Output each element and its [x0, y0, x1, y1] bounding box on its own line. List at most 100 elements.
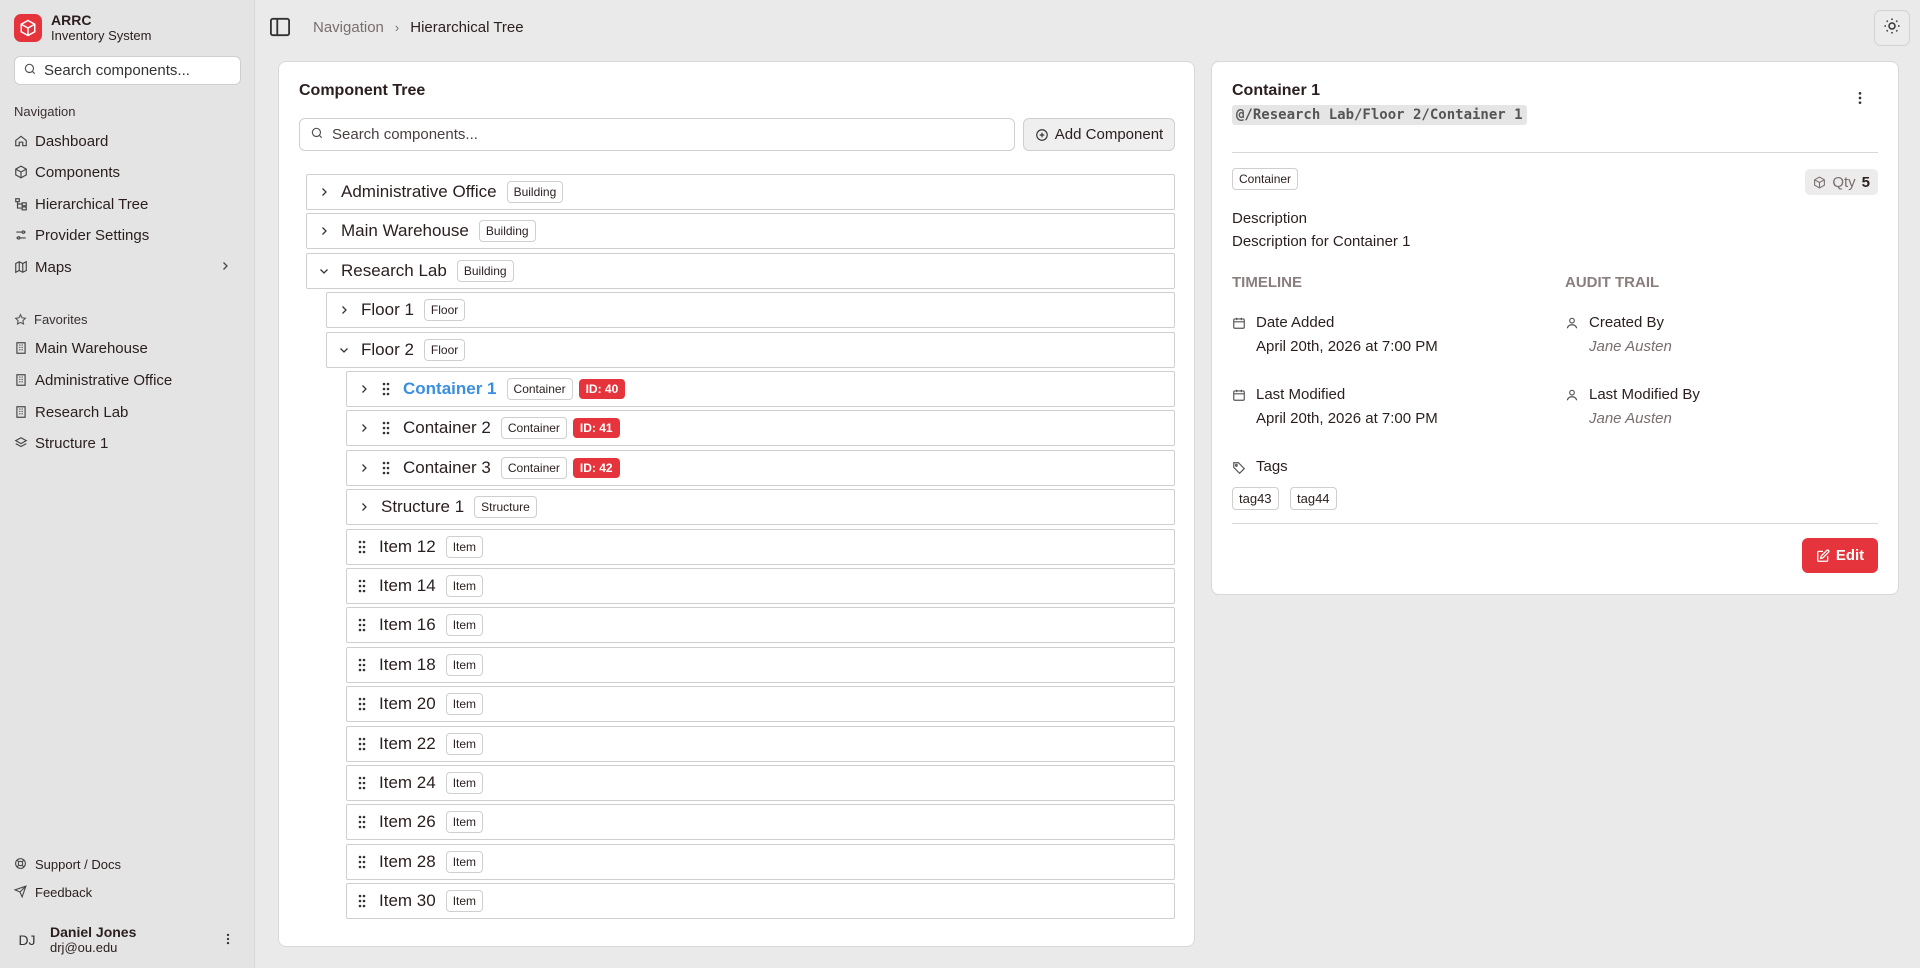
quantity-badge: Qty 5: [1805, 169, 1878, 195]
tree-search[interactable]: [299, 118, 1015, 151]
tree-row[interactable]: Floor 2 Floor: [326, 331, 1175, 368]
tree-row[interactable]: Item 16 Item: [346, 607, 1175, 644]
tree-row[interactable]: Item 20 Item: [346, 686, 1175, 723]
calendar-icon: [1232, 386, 1248, 427]
favorite-item-administrative-office[interactable]: Administrative Office: [14, 367, 241, 393]
tree-row-label: Main Warehouse: [341, 221, 469, 241]
chevron-right-icon[interactable]: [317, 186, 331, 198]
tree-row[interactable]: Item 24 Item: [346, 765, 1175, 801]
tree-row[interactable]: Item 14 Item: [346, 568, 1175, 604]
sidebar-search[interactable]: [14, 56, 241, 85]
tree-row[interactable]: Item 30 Item: [346, 883, 1175, 920]
tree-row[interactable]: Item 12 Item: [346, 528, 1175, 565]
tree-row-label: Container 2: [403, 418, 491, 438]
drag-handle-icon[interactable]: [355, 894, 369, 908]
drag-handle-icon[interactable]: [355, 658, 369, 672]
support-docs-link[interactable]: Support / Docs: [14, 851, 241, 877]
tree-row[interactable]: Main Warehouse Building: [306, 213, 1175, 250]
more-vertical-icon[interactable]: [221, 932, 235, 950]
drag-handle-icon[interactable]: [379, 461, 393, 475]
sidebar-item-dashboard[interactable]: Dashboard: [14, 128, 241, 154]
drag-handle-icon[interactable]: [355, 579, 369, 593]
box-icon: [1813, 175, 1826, 189]
type-badge: Item: [445, 614, 484, 637]
tree-row[interactable]: Item 22 Item: [346, 725, 1175, 762]
favorite-label: Research Lab: [35, 403, 129, 421]
sidebar-item-hierarchical-tree[interactable]: Hierarchical Tree: [14, 191, 241, 217]
tree-search-input[interactable]: [332, 126, 992, 143]
sidebar-toggle-icon[interactable]: [269, 17, 291, 37]
type-badge: Item: [445, 732, 484, 755]
favorite-item-research-lab[interactable]: Research Lab: [14, 399, 241, 425]
feedback-link[interactable]: Feedback: [14, 879, 241, 905]
chevron-right-icon[interactable]: [357, 422, 371, 434]
drag-handle-icon[interactable]: [379, 382, 393, 396]
chevron-right-icon[interactable]: [357, 462, 371, 474]
id-badge: ID: 42: [572, 457, 620, 478]
type-badge: Item: [445, 850, 484, 873]
audit-trail-heading: AUDIT TRAIL: [1565, 274, 1660, 291]
chevron-right-icon[interactable]: [357, 383, 371, 395]
chevron-down-icon[interactable]: [317, 265, 331, 277]
drag-handle-icon[interactable]: [355, 855, 369, 869]
chevron-right-icon[interactable]: [357, 501, 371, 513]
chevron-right-icon[interactable]: [317, 225, 331, 237]
top-bar: Navigation › Hierarchical Tree: [256, 0, 1920, 56]
tree-row[interactable]: Research Lab Building: [306, 252, 1175, 289]
breadcrumb-navigation[interactable]: Navigation: [313, 19, 384, 36]
tree-row-label: Item 30: [379, 891, 436, 911]
tree-row[interactable]: Administrative Office Building: [306, 174, 1175, 210]
tree-row-label: Container 1: [403, 379, 497, 398]
drag-handle-icon[interactable]: [355, 540, 369, 554]
drag-handle-icon[interactable]: [355, 697, 369, 711]
star-icon: [14, 313, 27, 326]
favorite-item-structure-1[interactable]: Structure 1: [14, 430, 241, 456]
building-icon: [14, 373, 28, 387]
tree-row[interactable]: Container 1 Container ID: 40: [346, 371, 1175, 407]
tree-row-label: Structure 1: [381, 497, 465, 517]
chevron-right-icon[interactable]: [337, 304, 351, 316]
sidebar-item-components[interactable]: Components: [14, 159, 241, 185]
tag-chip[interactable]: tag44: [1290, 487, 1337, 510]
favorite-item-main-warehouse[interactable]: Main Warehouse: [14, 335, 241, 361]
tree-row[interactable]: Item 26 Item: [346, 804, 1175, 841]
add-component-button[interactable]: Add Component: [1023, 118, 1175, 151]
sidebar-item-label: Dashboard: [35, 132, 109, 150]
sidebar-item-provider-settings[interactable]: Provider Settings: [14, 222, 241, 248]
type-badge: Item: [445, 535, 484, 558]
drag-handle-icon[interactable]: [355, 737, 369, 751]
breadcrumb-current: Hierarchical Tree: [410, 19, 524, 36]
type-badge: Building: [478, 220, 536, 243]
tree-row[interactable]: Floor 1 Floor: [326, 292, 1175, 329]
search-icon: [23, 62, 37, 80]
breadcrumb: Navigation › Hierarchical Tree: [313, 19, 524, 36]
tag-chip[interactable]: tag43: [1232, 487, 1279, 510]
chevron-down-icon[interactable]: [337, 344, 351, 356]
last-modified-by-label: Last Modified By: [1589, 386, 1700, 403]
timeline-heading: TIMELINE: [1232, 274, 1302, 291]
last-modified-value: April 20th, 2026 at 7:00 PM: [1256, 410, 1438, 427]
edit-button[interactable]: Edit: [1802, 538, 1878, 573]
sidebar-item-maps[interactable]: Maps: [14, 254, 241, 280]
sidebar-search-input[interactable]: [44, 62, 224, 79]
edit-label: Edit: [1835, 547, 1865, 564]
favorites-section-label: Favorites: [14, 312, 87, 327]
drag-handle-icon[interactable]: [355, 618, 369, 632]
tree-row[interactable]: Item 28 Item: [346, 843, 1175, 880]
theme-toggle-button[interactable]: [1874, 10, 1910, 46]
tree-row[interactable]: Container 3 Container ID: 42: [346, 449, 1175, 486]
drag-handle-icon[interactable]: [379, 421, 393, 435]
brand[interactable]: ARRC Inventory System: [14, 12, 151, 44]
drag-handle-icon[interactable]: [355, 815, 369, 829]
user-profile[interactable]: DJ Daniel Jones drj@ou.edu: [12, 920, 247, 960]
more-vertical-icon[interactable]: [1852, 90, 1868, 110]
tree-row[interactable]: Container 2 Container ID: 41: [346, 410, 1175, 447]
tree-row[interactable]: Structure 1 Structure: [346, 489, 1175, 526]
date-added-label: Date Added: [1256, 314, 1335, 331]
tree-row[interactable]: Item 18 Item: [346, 646, 1175, 683]
type-badge: Floor: [423, 338, 466, 361]
user-email: drj@ou.edu: [50, 940, 118, 955]
favorites-label: Favorites: [34, 312, 88, 327]
tree-row-label: Administrative Office: [341, 182, 497, 201]
drag-handle-icon[interactable]: [355, 776, 369, 790]
